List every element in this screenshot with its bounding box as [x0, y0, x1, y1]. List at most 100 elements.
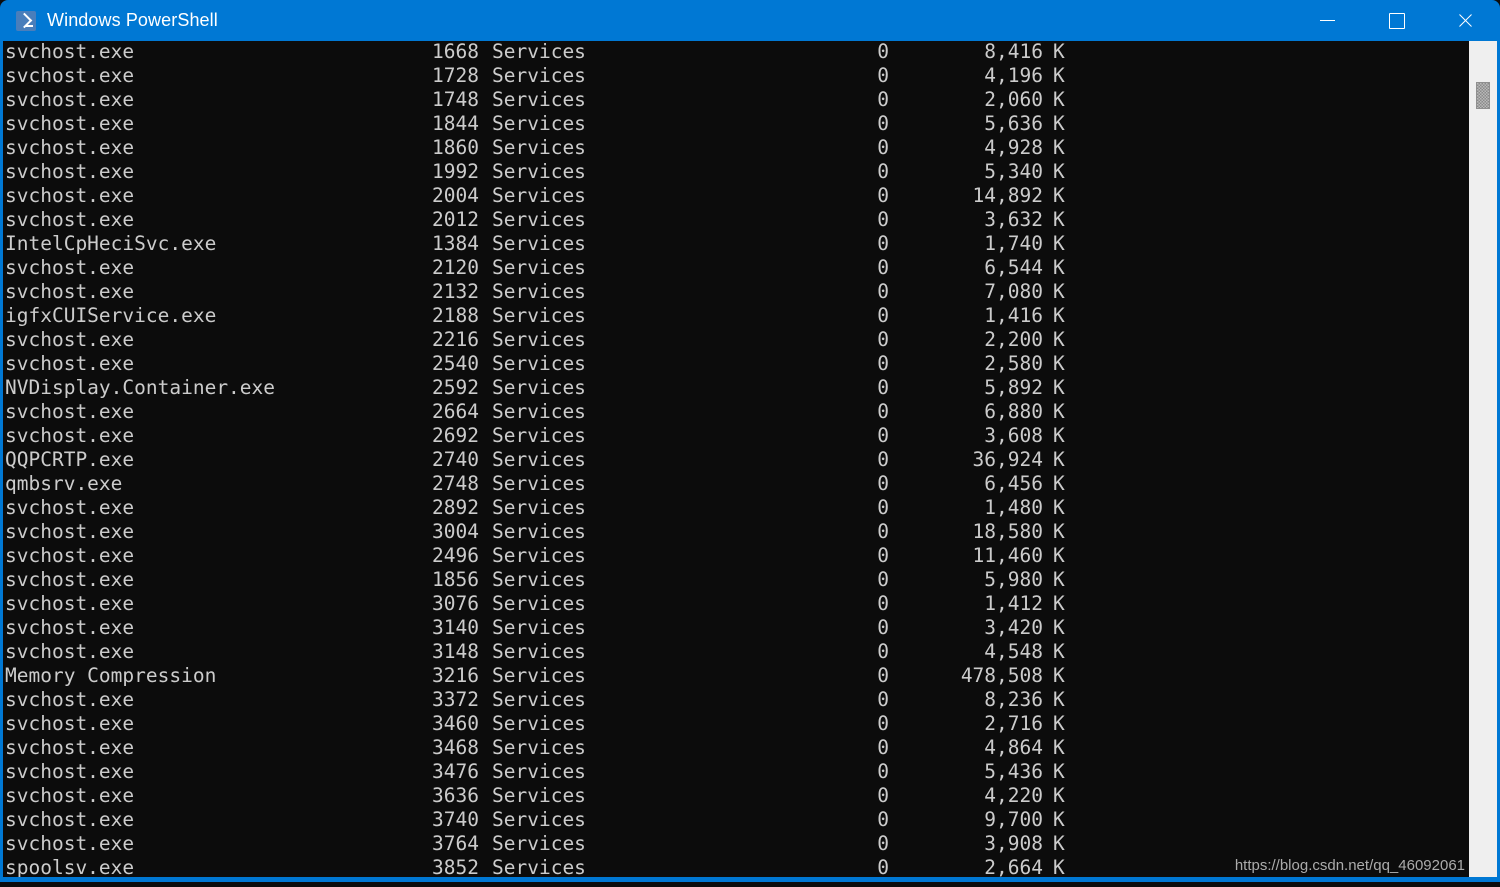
- minimize-button[interactable]: [1293, 0, 1362, 41]
- process-pid-cell: 2496: [432, 544, 479, 567]
- memory-usage-cell: 1,412: [984, 592, 1043, 615]
- process-name-cell: svchost.exe: [5, 424, 135, 447]
- process-name-cell: svchost.exe: [5, 136, 135, 159]
- process-pid-cell: 2188: [432, 304, 479, 327]
- table-row: svchost.exe 2496 Services 0 11,460 K: [3, 544, 1472, 568]
- session-name-cell: Services: [492, 112, 586, 135]
- session-name-cell: Services: [492, 376, 586, 399]
- session-number-cell: 0: [877, 184, 889, 207]
- table-row: svchost.exe 2692 Services 0 3,608 K: [3, 424, 1472, 448]
- memory-usage-cell: 8,236: [984, 688, 1043, 711]
- process-pid-cell: 3740: [432, 808, 479, 831]
- title-bar[interactable]: Windows PowerShell: [0, 0, 1500, 41]
- memory-unit-cell: K: [1053, 41, 1065, 63]
- session-name-cell: Services: [492, 568, 586, 591]
- table-row: svchost.exe 3004 Services 0 18,580 K: [3, 520, 1472, 544]
- memory-usage-cell: 5,980: [984, 568, 1043, 591]
- process-pid-cell: 2540: [432, 352, 479, 375]
- memory-unit-cell: K: [1053, 136, 1065, 159]
- session-number-cell: 0: [877, 832, 889, 855]
- session-number-cell: 0: [877, 376, 889, 399]
- memory-usage-cell: 4,928: [984, 136, 1043, 159]
- memory-unit-cell: K: [1053, 568, 1065, 591]
- process-name-cell: svchost.exe: [5, 280, 135, 303]
- memory-usage-cell: 1,416: [984, 304, 1043, 327]
- process-name-cell: svchost.exe: [5, 184, 135, 207]
- session-name-cell: Services: [492, 760, 586, 783]
- process-name-cell: IntelCpHeciSvc.exe: [5, 232, 217, 255]
- session-name-cell: Services: [492, 712, 586, 735]
- memory-usage-cell: 3,908: [984, 832, 1043, 855]
- memory-usage-cell: 2,580: [984, 352, 1043, 375]
- memory-unit-cell: K: [1053, 208, 1065, 231]
- process-pid-cell: 3764: [432, 832, 479, 855]
- memory-unit-cell: K: [1053, 520, 1065, 543]
- table-row: svchost.exe 1844 Services 0 5,636 K: [3, 112, 1472, 136]
- process-name-cell: svchost.exe: [5, 832, 135, 855]
- memory-usage-cell: 9,700: [984, 808, 1043, 831]
- process-pid-cell: 2892: [432, 496, 479, 519]
- memory-unit-cell: K: [1053, 400, 1065, 423]
- process-name-cell: qmbsrv.exe: [5, 472, 123, 495]
- table-row: svchost.exe 3764 Services 0 3,908 K: [3, 832, 1472, 856]
- session-name-cell: Services: [492, 472, 586, 495]
- memory-usage-cell: 4,864: [984, 736, 1043, 759]
- process-name-cell: svchost.exe: [5, 496, 135, 519]
- session-number-cell: 0: [877, 592, 889, 615]
- memory-usage-cell: 1,480: [984, 496, 1043, 519]
- session-name-cell: Services: [492, 352, 586, 375]
- session-name-cell: Services: [492, 64, 586, 87]
- process-pid-cell: 3148: [432, 640, 479, 663]
- session-name-cell: Services: [492, 856, 586, 877]
- close-button[interactable]: [1431, 0, 1500, 41]
- session-name-cell: Services: [492, 400, 586, 423]
- memory-unit-cell: K: [1053, 592, 1065, 615]
- session-number-cell: 0: [877, 640, 889, 663]
- process-pid-cell: 1748: [432, 88, 479, 111]
- session-name-cell: Services: [492, 232, 586, 255]
- powershell-icon: [16, 10, 36, 31]
- session-number-cell: 0: [877, 208, 889, 231]
- process-pid-cell: 3140: [432, 616, 479, 639]
- table-row: NVDisplay.Container.exe 2592 Services 0 5,89…: [3, 376, 1472, 400]
- table-row: svchost.exe 2132 Services 0 7,080 K: [3, 280, 1472, 304]
- session-name-cell: Services: [492, 280, 586, 303]
- session-number-cell: 0: [877, 112, 889, 135]
- memory-unit-cell: K: [1053, 328, 1065, 351]
- window-controls: [1293, 0, 1500, 41]
- session-name-cell: Services: [492, 496, 586, 519]
- memory-unit-cell: K: [1053, 616, 1065, 639]
- process-name-cell: svchost.exe: [5, 160, 135, 183]
- maximize-icon: [1388, 12, 1405, 29]
- maximize-button[interactable]: [1362, 0, 1431, 41]
- memory-usage-cell: 7,080: [984, 280, 1043, 303]
- table-row: svchost.exe 3460 Services 0 2,716 K: [3, 712, 1472, 736]
- memory-unit-cell: K: [1053, 256, 1065, 279]
- session-number-cell: 0: [877, 256, 889, 279]
- powershell-window: Windows PowerShell svchost.exe 1668 Servic…: [0, 0, 1500, 887]
- table-row: svchost.exe 1728 Services 0 4,196 K: [3, 64, 1472, 88]
- session-name-cell: Services: [492, 736, 586, 759]
- memory-usage-cell: 4,196: [984, 64, 1043, 87]
- session-name-cell: Services: [492, 136, 586, 159]
- table-row: svchost.exe 2540 Services 0 2,580 K: [3, 352, 1472, 376]
- process-name-cell: svchost.exe: [5, 88, 135, 111]
- console-output[interactable]: svchost.exe 1668 Services 0 8,416 K svchost.ex…: [3, 41, 1472, 877]
- session-name-cell: Services: [492, 592, 586, 615]
- vertical-scrollbar[interactable]: [1469, 41, 1497, 877]
- process-pid-cell: 1860: [432, 136, 479, 159]
- session-name-cell: Services: [492, 784, 586, 807]
- session-number-cell: 0: [877, 280, 889, 303]
- table-row: spoolsv.exe 3852 Services 0 2,664 K: [3, 856, 1472, 877]
- table-row: svchost.exe 2012 Services 0 3,632 K: [3, 208, 1472, 232]
- table-row: QQPCRTP.exe 2740 Services 0 36,924 K: [3, 448, 1472, 472]
- memory-unit-cell: K: [1053, 160, 1065, 183]
- scrollbar-thumb[interactable]: [1476, 82, 1490, 109]
- process-pid-cell: 1728: [432, 64, 479, 87]
- session-number-cell: 0: [877, 352, 889, 375]
- session-number-cell: 0: [877, 568, 889, 591]
- process-pid-cell: 2012: [432, 208, 479, 231]
- table-row: svchost.exe 1668 Services 0 8,416 K: [3, 41, 1472, 64]
- memory-unit-cell: K: [1053, 712, 1065, 735]
- table-row: svchost.exe 3740 Services 0 9,700 K: [3, 808, 1472, 832]
